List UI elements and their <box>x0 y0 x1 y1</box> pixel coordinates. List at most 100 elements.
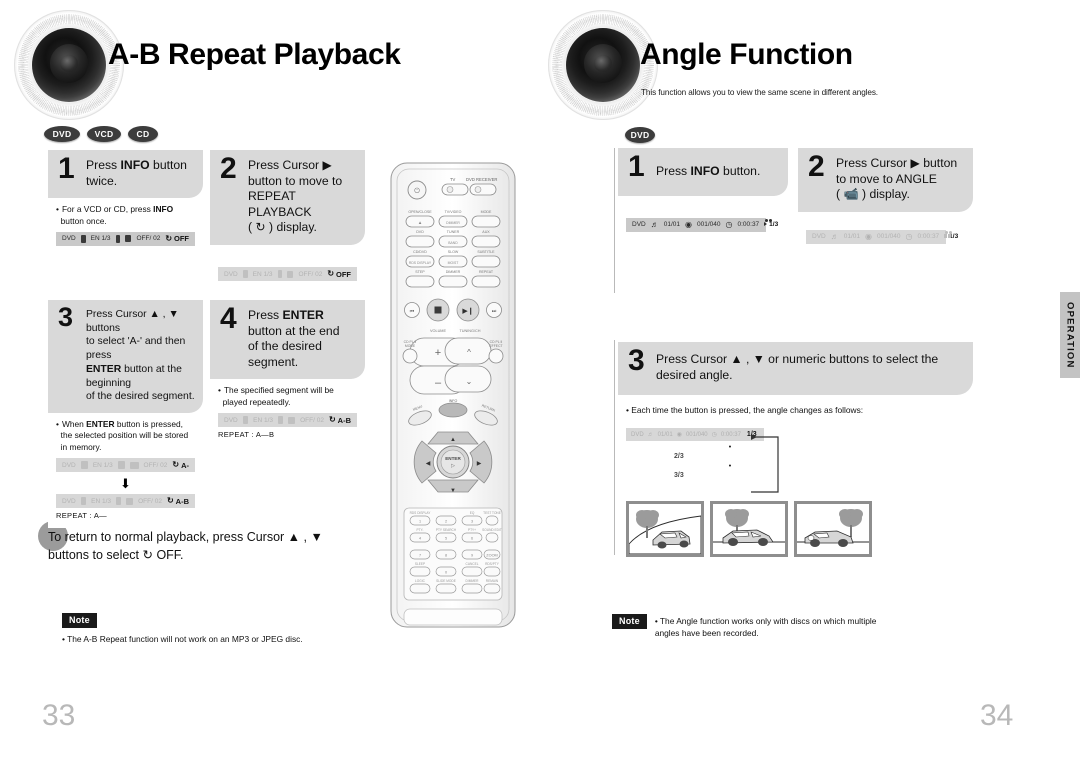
angle-step-1-block: 1 Press INFO button. DVD ♬ 01/01 ◉ 001/0… <box>618 148 788 258</box>
chapter-icon: ◉ <box>676 432 682 438</box>
chapter-icon: ◉ <box>865 231 872 241</box>
angle-step-2-body: DVD ♬ 01/01 ◉ 001/040 ◷ 0:00:37 1/3 <box>798 211 973 270</box>
osd-audio-value: EN 1/3 <box>253 416 274 424</box>
step-4-bullet: • The specified segment will be played re… <box>218 385 334 407</box>
angle-step-3-number: 3 <box>628 344 645 377</box>
step-4-block: 4 Press ENTER button at the end of the des… <box>210 300 365 448</box>
page-number-left: 33 <box>42 699 76 732</box>
step-3-osd-bar-2: DVD EN 1/3 OFF/ 02 ↻ A-B <box>56 494 195 509</box>
cycle-angle-2: 2/3 <box>674 453 684 460</box>
disc-badge-vcd: VCD <box>87 126 121 142</box>
svg-text:ZOOM: ZOOM <box>486 554 497 558</box>
svg-text:7: 7 <box>419 554 421 558</box>
svg-text:SLEEP: SLEEP <box>415 562 425 566</box>
osd-audio-icon <box>242 416 249 425</box>
step-4-osd-bar: DVD EN 1/3 OFF/ 02 ↻ A-B <box>218 413 357 428</box>
title-icon: ♬ <box>647 431 654 438</box>
note-right: Note • The Angle function works only wit… <box>612 614 885 640</box>
step-1-number: 1 <box>58 152 75 185</box>
osd-lang-icon <box>115 234 121 243</box>
osd-audio-icon <box>242 270 248 279</box>
osd-repeat-group: ↻ OFF <box>165 234 189 243</box>
osd-disc-label: DVD <box>812 233 826 241</box>
repeat-icon: ↻ <box>172 460 180 470</box>
osd-subtitle-icon <box>125 235 132 243</box>
osd-audio-value: EN 1/3 <box>252 270 273 278</box>
svg-text:▷: ▷ <box>451 463 455 469</box>
disc-badges-right: DVD <box>625 127 655 143</box>
osd-disc-label: DVD <box>224 416 238 424</box>
osd-audio-value: EN 1/3 <box>92 461 113 469</box>
osd-subtitle-icon <box>129 461 139 469</box>
osd-audio-icon <box>80 234 86 243</box>
svg-text:REMAIN: REMAIN <box>486 579 499 583</box>
osd-title-value: 01/01 <box>663 221 681 229</box>
svg-text:TUNER: TUNER <box>447 230 460 234</box>
osd-time-value: 0:00:37 <box>737 221 760 229</box>
svg-text:3: 3 <box>471 520 473 524</box>
angle-step-3-text: Press Cursor ▲ , ▼ or numeric buttons to… <box>656 352 939 382</box>
note-text: • The Angle function works only with dis… <box>654 616 877 638</box>
osd-repeat-value: A- <box>181 460 189 470</box>
step-3-text: Press Cursor ▲ , ▼ buttons to select 'A-'… <box>86 309 195 403</box>
step-2-osd-bar: DVD EN 1/3 OFF/ 02 ↻ OFF <box>218 267 357 282</box>
angle-step-1-header: 1 Press INFO button. <box>618 148 788 196</box>
svg-text:TUNING/CH: TUNING/CH <box>459 329 480 333</box>
osd-subtitle-value: OFF/ 02 <box>143 461 168 469</box>
svg-text:EQ: EQ <box>470 511 475 515</box>
step-1-header: 1 Press INFO button twice. <box>48 150 203 199</box>
svg-text:TEST TONE: TEST TONE <box>483 511 501 515</box>
osd-subtitle-icon <box>288 416 296 424</box>
osd-repeat-group: ↻ A- <box>172 461 189 470</box>
svg-text:–: – <box>435 377 442 389</box>
page-number-right: 34 <box>980 699 1014 732</box>
step-4-repeat-line: REPEAT : A—B <box>218 430 275 440</box>
svg-text:1: 1 <box>419 520 421 524</box>
angle-step-3-block: 3 Press Cursor ▲ , ▼ or numeric buttons … <box>618 342 973 428</box>
osd-lang-icon <box>117 461 125 470</box>
osd-repeat-group: ↻ A-B <box>329 416 351 425</box>
svg-text:MODE: MODE <box>405 344 416 348</box>
disc-badge-dvd: DVD <box>625 127 655 143</box>
svg-text:DVD RECEIVER: DVD RECEIVER <box>466 177 497 182</box>
svg-text:DIMMER: DIMMER <box>446 221 460 225</box>
svg-text:⏻: ⏻ <box>414 187 420 195</box>
angle-cycle-osd-bar: DVD ♬ 01/01 ◉ 001/040 ◷ 0:00:37 1/3 <box>626 428 764 441</box>
svg-text:SLIDE MODE: SLIDE MODE <box>436 579 456 583</box>
svg-text:SLOW: SLOW <box>448 250 459 254</box>
osd-lang-icon <box>277 270 283 279</box>
step-2-block: 2 Press Cursor ▶ button to move to REPEAT … <box>210 150 365 290</box>
osd-disc-label: DVD <box>62 235 76 243</box>
disc-badge-dvd: DVD <box>44 126 80 142</box>
down-arrow-icon: ⬇ <box>120 476 131 492</box>
angle-image-1 <box>626 501 704 557</box>
clock-icon: ◷ <box>725 219 733 229</box>
svg-text:⏭: ⏭ <box>492 309 497 315</box>
osd-repeat-value: A-B <box>337 415 352 425</box>
angle-step-2-number: 2 <box>808 150 825 183</box>
osd-audio-icon <box>80 461 88 470</box>
page-title-right: Angle Function <box>640 38 853 71</box>
side-tab-operation: OPERATION <box>1060 292 1080 378</box>
osd-disc-label: DVD <box>631 431 644 438</box>
note-badge: Note <box>62 613 97 628</box>
step-1-text: Press INFO button twice. <box>86 158 187 188</box>
step-1-bullet: • For a VCD or CD, press INFO button once… <box>56 204 174 226</box>
page-subtitle-right: This function allows you to view the sam… <box>641 88 878 97</box>
angle-step-2-text: Press Cursor ▶ button to move to ANGLE( 📹… <box>836 156 958 202</box>
angle-step-2-osd-bar: DVD ♬ 01/01 ◉ 001/040 ◷ 0:00:37 1/3 <box>806 229 958 244</box>
osd-chapter-value: 001/040 <box>697 221 721 229</box>
svg-text:⏮: ⏮ <box>410 309 415 315</box>
osd-disc-label: DVD <box>62 461 76 469</box>
angle-step-1-text: Press INFO button. <box>656 164 761 178</box>
svg-text:TV: TV <box>450 177 456 182</box>
angle-step-3-body: • Each time the button is pressed, the a… <box>618 395 973 428</box>
svg-text:VOLUME: VOLUME <box>430 329 447 333</box>
osd-subtitle-icon <box>126 497 134 505</box>
title-icon: ♬ <box>830 231 839 241</box>
svg-text:BAND: BAND <box>448 241 458 245</box>
remote-svg: ⏻ TV DVD RECEIVER OPEN/CLOSE TV/VIDEO MO… <box>390 162 516 628</box>
angle-image-2-inner <box>713 504 785 554</box>
svg-text:ENTER: ENTER <box>445 456 461 461</box>
svg-text:◀: ◀ <box>426 461 431 467</box>
